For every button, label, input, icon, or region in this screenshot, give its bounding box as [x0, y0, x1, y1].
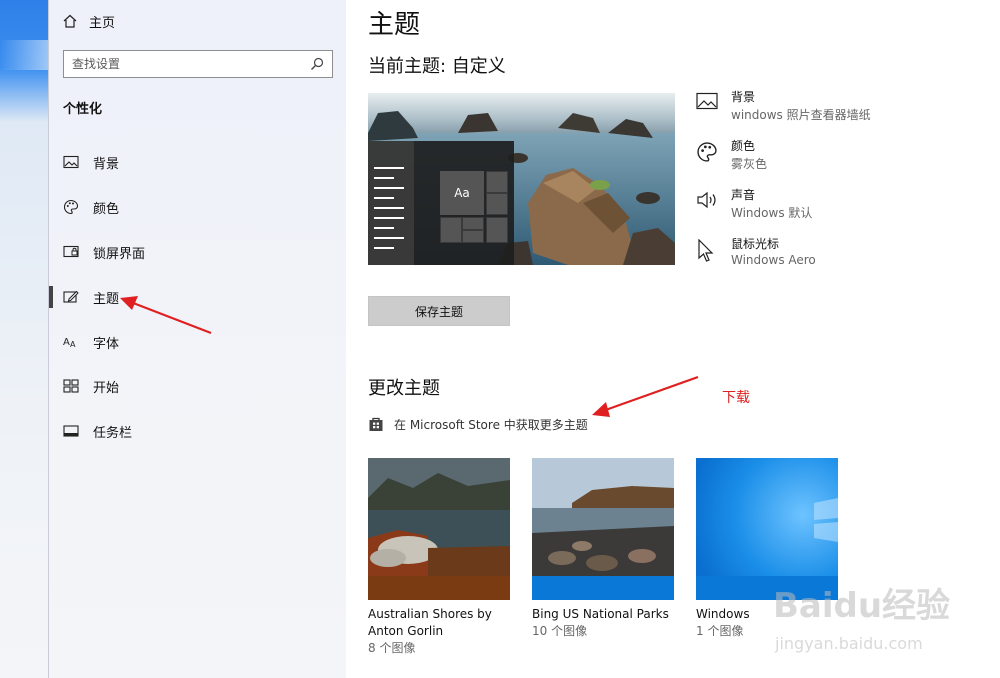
taskbar-icon: [63, 425, 79, 437]
search-input[interactable]: [72, 57, 292, 71]
theme-preview: Aa: [368, 93, 675, 265]
theme-thumbnail[interactable]: [532, 458, 674, 600]
sidebar-item-label: 字体: [93, 336, 120, 352]
main-panel: 主题 当前主题: 自定义 Aa 背景 windows 照片查看器墙纸 颜色 雾灰…: [346, 0, 1000, 678]
preview-tile-aa: Aa: [440, 171, 484, 215]
property-value: 雾灰色: [731, 157, 768, 171]
picture-icon: [696, 92, 718, 110]
sidebar-item-label: 开始: [93, 380, 120, 396]
theme-card-australian-shores[interactable]: Australian Shores by Anton Gorlin 8 个图像: [368, 458, 510, 657]
sidebar-item-label: 任务栏: [93, 425, 133, 441]
sidebar-item-label: 锁屏界面: [93, 246, 146, 262]
change-theme-heading: 更改主题: [368, 378, 440, 399]
property-background[interactable]: 背景 windows 照片查看器墙纸: [696, 88, 996, 128]
property-color[interactable]: 颜色 雾灰色: [696, 137, 996, 177]
property-label: 声音: [731, 188, 756, 202]
search-box[interactable]: [63, 50, 333, 78]
sidebar-item-label: 主题: [93, 291, 120, 307]
store-link-label: 在 Microsoft Store 中获取更多主题: [394, 417, 588, 432]
lock-screen-icon: [63, 245, 79, 258]
property-sound[interactable]: 声音 Windows 默认: [696, 186, 996, 226]
theme-thumbnail[interactable]: [696, 458, 838, 600]
cursor-icon: [698, 239, 714, 262]
theme-card-windows[interactable]: Windows 1 个图像: [696, 458, 838, 640]
property-label: 颜色: [731, 139, 756, 153]
property-value: Windows 默认: [731, 206, 813, 220]
property-value: Windows Aero: [731, 253, 816, 267]
theme-brush-icon: [63, 290, 79, 303]
theme-card-bing-national-parks[interactable]: Bing US National Parks 10 个图像: [532, 458, 674, 640]
save-theme-button[interactable]: 保存主题: [368, 296, 510, 326]
store-bag-icon: [369, 417, 383, 431]
picture-icon: [63, 155, 79, 169]
preview-tiles: Aa: [440, 171, 508, 243]
theme-image-count: 10 个图像: [532, 624, 588, 638]
microsoft-store-link[interactable]: 在 Microsoft Store 中获取更多主题: [368, 414, 588, 434]
search-icon[interactable]: [310, 57, 324, 71]
section-title: 个性化: [63, 102, 103, 117]
preview-start-menu: Aa: [368, 141, 514, 265]
home-label: 主页: [89, 15, 116, 31]
sidebar-item-font[interactable]: AA 字体: [49, 327, 347, 357]
theme-thumbnail[interactable]: [368, 458, 510, 600]
sidebar-item-theme[interactable]: 主题: [49, 282, 347, 312]
property-cursor[interactable]: 鼠标光标 Windows Aero: [696, 235, 996, 275]
sidebar-home[interactable]: 主页: [63, 10, 115, 32]
sidebar-item-label: 背景: [93, 156, 120, 172]
property-label: 背景: [731, 90, 756, 104]
settings-sidebar: 主页 个性化 背景 颜色 锁屏界面 主题 AA 字体 开始 任务栏: [48, 0, 346, 678]
download-annotation: 下载: [722, 390, 750, 406]
font-icon: AA: [63, 337, 76, 349]
sidebar-item-start[interactable]: 开始: [49, 371, 347, 401]
theme-name: Australian Shores by Anton Gorlin: [368, 607, 492, 638]
sidebar-item-lock-screen[interactable]: 锁屏界面: [49, 237, 347, 267]
palette-icon: [697, 142, 717, 162]
svg-text:A: A: [70, 340, 76, 349]
speaker-icon: [697, 191, 716, 209]
home-icon: [63, 14, 77, 28]
desktop-background-strip: [0, 0, 48, 678]
theme-name: Windows: [696, 607, 750, 621]
sidebar-item-background[interactable]: 背景: [49, 147, 347, 177]
theme-image-count: 8 个图像: [368, 641, 416, 655]
property-value: windows 照片查看器墙纸: [731, 108, 871, 122]
page-title: 主题: [368, 10, 421, 40]
current-theme-heading: 当前主题: 自定义: [368, 56, 506, 77]
palette-icon: [63, 199, 79, 215]
theme-image-count: 1 个图像: [696, 624, 744, 638]
property-label: 鼠标光标: [731, 237, 780, 251]
sidebar-item-taskbar[interactable]: 任务栏: [49, 416, 347, 446]
sidebar-item-label: 颜色: [93, 201, 120, 217]
start-grid-icon: [63, 379, 79, 393]
theme-name: Bing US National Parks: [532, 607, 669, 621]
svg-text:A: A: [63, 337, 70, 348]
sidebar-item-color[interactable]: 颜色: [49, 192, 347, 222]
